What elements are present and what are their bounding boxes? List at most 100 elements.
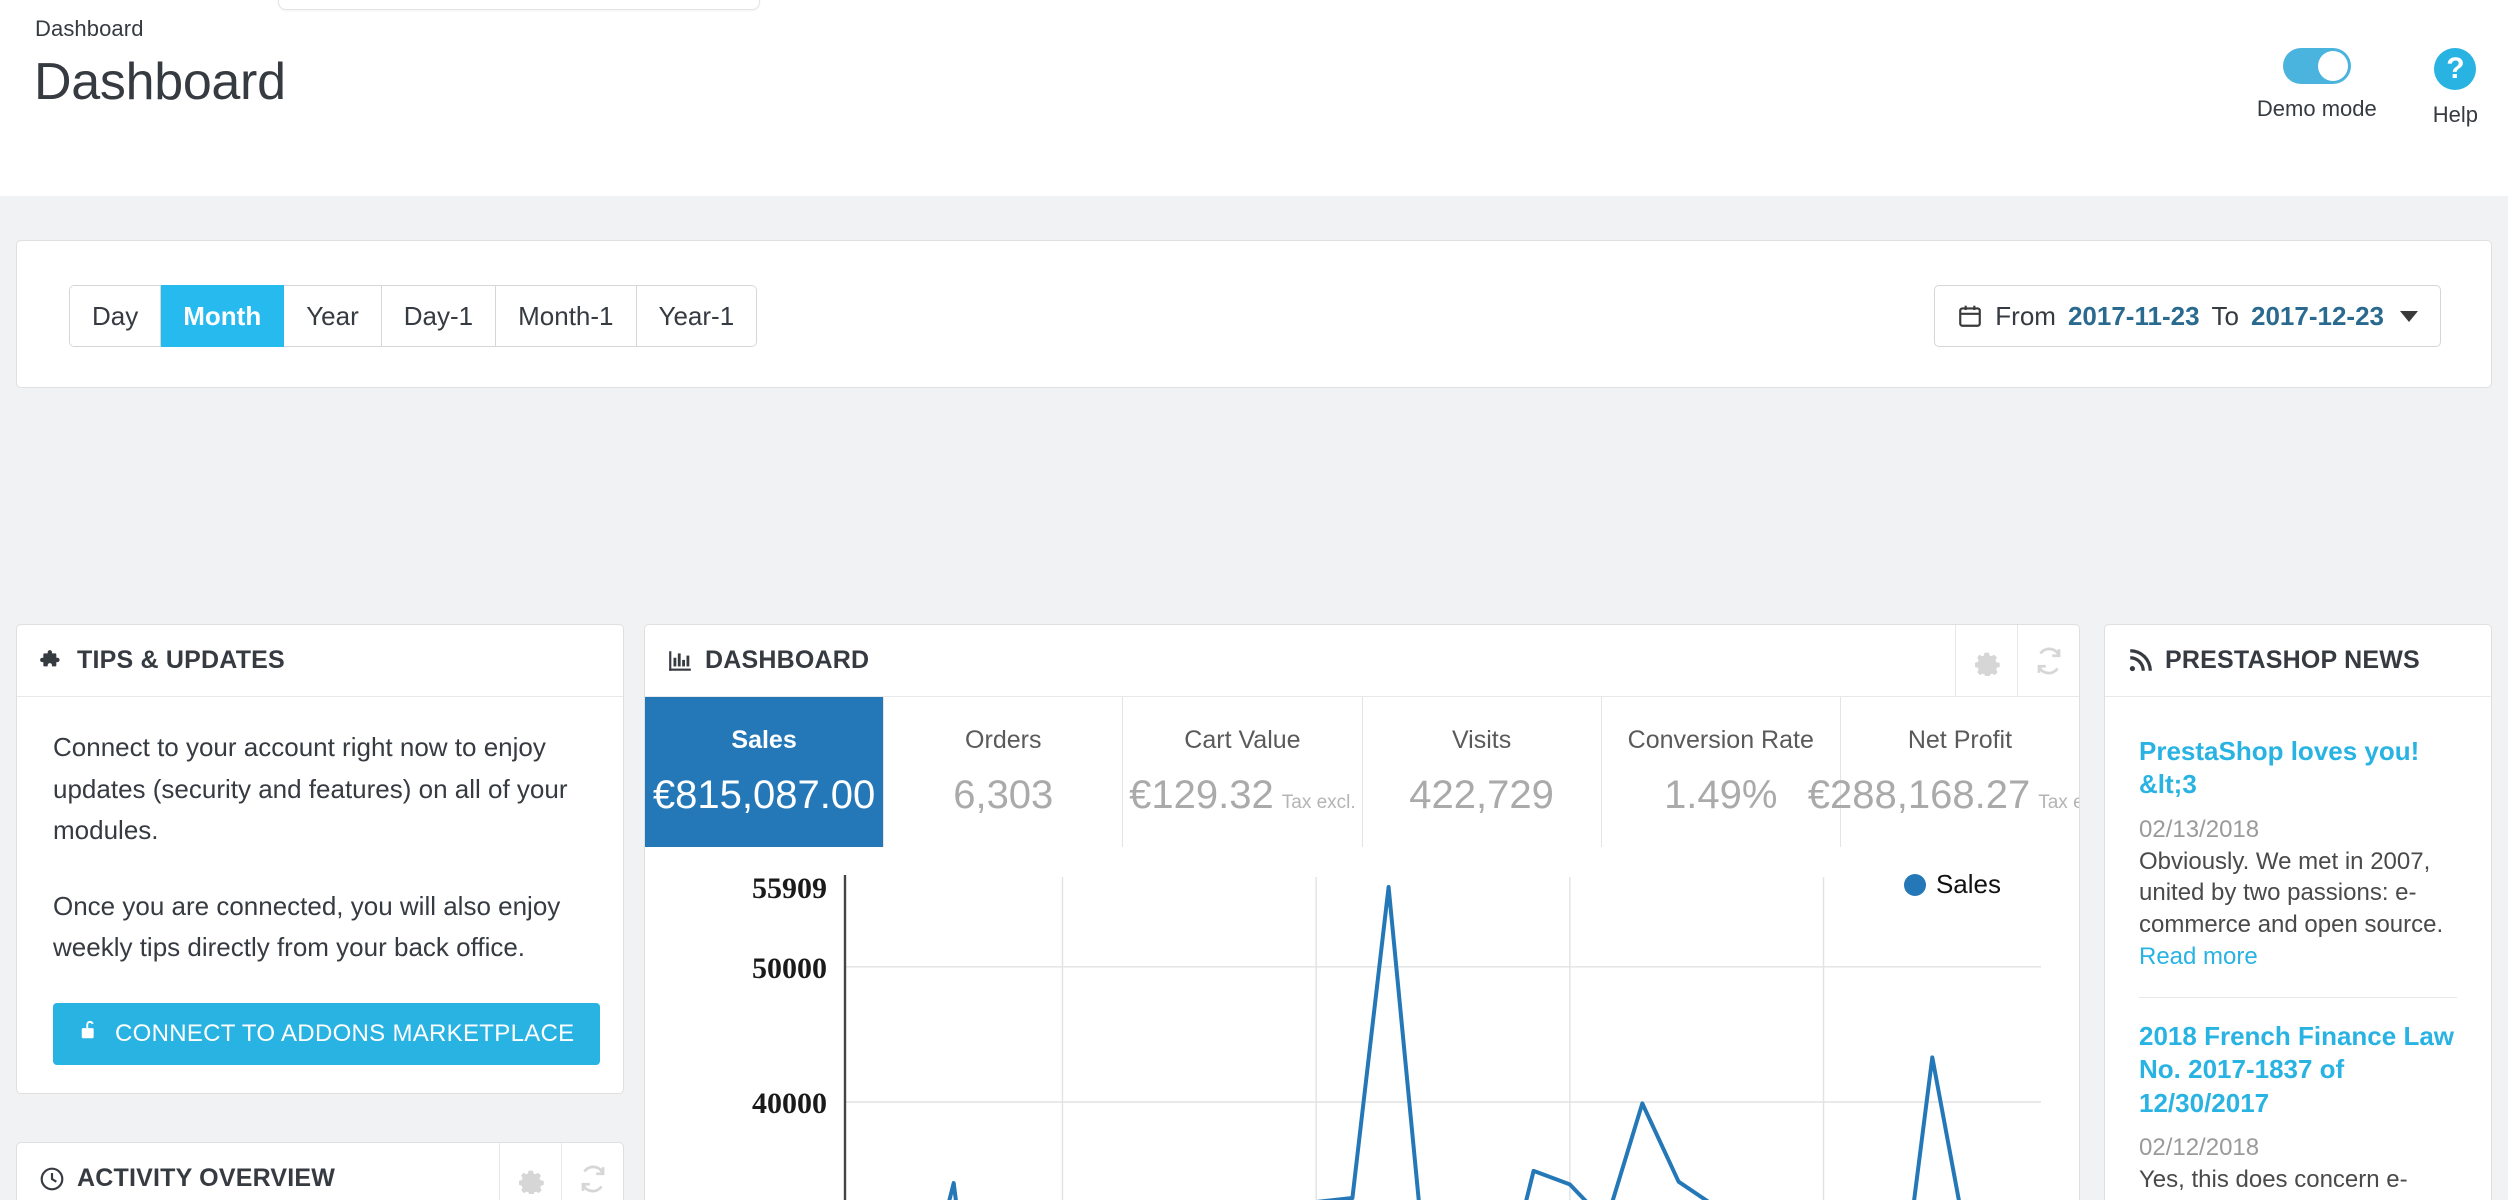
- period-button-year[interactable]: Year: [284, 285, 382, 347]
- legend-color-swatch-sales: [1903, 873, 1926, 896]
- dashboard-panel-title: DASHBOARD: [705, 646, 870, 674]
- kpi-label: Sales: [731, 726, 797, 754]
- puzzle-piece-icon: [39, 648, 65, 674]
- refresh-icon[interactable]: [2017, 625, 2079, 697]
- activity-overview-panel: ACTIVITY OVERVIEW Online Visitor: [16, 1142, 624, 1200]
- bar-chart-icon: [667, 648, 693, 674]
- period-button-month[interactable]: Month: [161, 285, 285, 347]
- kpi-value: €129.32 Tax excl.: [1129, 773, 1356, 818]
- page-title: Dashboard: [34, 53, 286, 111]
- breadcrumb: Dashboard: [35, 16, 144, 41]
- search-input[interactable]: [278, 0, 760, 10]
- header-tools: Demo mode ? Help: [2257, 48, 2478, 128]
- kpi-value: €815,087.00: [653, 773, 875, 818]
- date-range-picker[interactable]: From 2017-11-23 To 2017-12-23: [1934, 285, 2441, 347]
- kpi-label: Visits: [1451, 726, 1512, 754]
- date-from-label: From: [1995, 300, 2056, 331]
- kpi-number: €815,087.00: [652, 773, 876, 817]
- kpi-label: Orders: [965, 726, 1042, 754]
- tips-panel-title: TIPS & UPDATES: [77, 646, 285, 674]
- kpi-label: Net Profit: [1907, 726, 2013, 754]
- calendar-icon: [1959, 305, 1982, 327]
- news-item-date: 02/13/2018: [2139, 815, 2260, 843]
- kpi-label: Conversion Rate: [1627, 726, 1814, 754]
- connect-button-label: CONNECT TO ADDONS MARKETPLACE: [115, 1019, 575, 1047]
- news-item-text: Obviously. We met in 2007, united by two…: [2139, 847, 2444, 939]
- kpi-value: €288,168.27 Tax excl.: [1807, 773, 2079, 818]
- kpi-label: Cart Value: [1184, 726, 1301, 754]
- legend-label-sales: Sales: [1935, 869, 2001, 899]
- tips-paragraph-2: Once you are connected, you will also en…: [53, 890, 561, 963]
- kpi-suffix: Tax excl.: [1281, 792, 1356, 813]
- period-button-year-1[interactable]: Year-1: [636, 285, 758, 347]
- news-item-description: Yes, this does concern e-commerce DOES N…: [2139, 1164, 2457, 1200]
- news-body: PrestaShop loves you! &lt;3 02/13/2018 Obv…: [2105, 697, 2491, 1200]
- demo-mode-label: Demo mode: [2256, 96, 2377, 121]
- kpi-number: €288,168.27: [1807, 773, 2031, 817]
- demo-mode-toggle[interactable]: [2282, 48, 2351, 84]
- gear-icon[interactable]: [1955, 625, 2017, 697]
- period-button-month-1[interactable]: Month-1: [496, 285, 637, 347]
- tips-paragraph-1: Connect to your account right now to enj…: [53, 732, 568, 846]
- chevron-down-icon: [2400, 310, 2418, 322]
- kpi-net-profit[interactable]: Net Profit €288,168.27 Tax excl.: [1808, 697, 2079, 847]
- rss-icon: [2127, 648, 2153, 674]
- period-selector: Day Month Year Day-1 Month-1 Year-1: [69, 285, 758, 347]
- tips-and-updates-panel: TIPS & UPDATES Connect to your account r…: [16, 624, 624, 1094]
- kpi-value: 1.49%: [1664, 773, 1777, 818]
- kpi-number: 1.49%: [1664, 773, 1778, 817]
- period-button-day-1[interactable]: Day-1: [381, 285, 497, 347]
- filter-bar: Day Month Year Day-1 Month-1 Year-1 From 2017…: [16, 240, 2492, 388]
- kpi-sales[interactable]: Sales €815,087.00: [645, 697, 885, 847]
- help-label: Help: [2432, 102, 2478, 127]
- dashboard-panel: DASHBOARD Sales €815,087.00 Orders 6,303…: [644, 624, 2080, 1200]
- clock-icon: [39, 1166, 65, 1192]
- y-axis-tick-label: 40000: [752, 1087, 827, 1120]
- prestashop-news-panel: PRESTASHOP NEWS PrestaShop loves you! &l…: [2104, 624, 2492, 1200]
- page-header: Dashboard Dashboard Demo mode ? Help: [0, 0, 2508, 196]
- gear-icon[interactable]: [499, 1143, 561, 1200]
- news-item-date: 02/12/2018: [2139, 1133, 2260, 1161]
- activity-panel-actions: [499, 1143, 623, 1200]
- news-item-title[interactable]: 2018 French Finance Law No. 2017-1837 of…: [2139, 1020, 2457, 1120]
- date-to-label: To: [2211, 300, 2239, 331]
- kpi-conversion-rate[interactable]: Conversion Rate 1.49%: [1602, 697, 1841, 847]
- news-read-more-link[interactable]: Read more: [2139, 943, 2258, 970]
- sales-chart: Sales 100002000030000400005000055909: [645, 847, 2079, 1200]
- tips-body: Connect to your account right now to enj…: [17, 697, 623, 1065]
- period-button-day[interactable]: Day: [69, 285, 162, 347]
- news-panel-header: PRESTASHOP NEWS: [2105, 625, 2491, 697]
- help-control: ? Help: [2433, 48, 2478, 128]
- activity-panel-title: ACTIVITY OVERVIEW: [77, 1164, 336, 1192]
- kpi-cart-value[interactable]: Cart Value €129.32 Tax excl.: [1123, 697, 1363, 847]
- content-area: Day Month Year Day-1 Month-1 Year-1 From 2017…: [0, 196, 2508, 1200]
- dashboard-panel-actions: [1955, 625, 2079, 697]
- chart-canvas: 100002000030000400005000055909: [752, 872, 2041, 1200]
- news-panel-title: PRESTASHOP NEWS: [2165, 646, 2420, 674]
- date-from-value: 2017-11-23: [2067, 300, 2200, 331]
- connect-to-addons-marketplace-button[interactable]: CONNECT TO ADDONS MARKETPLACE: [53, 1002, 601, 1065]
- kpi-orders[interactable]: Orders 6,303: [884, 697, 1124, 847]
- y-axis-tick-label: 55909: [752, 872, 827, 905]
- kpi-visits[interactable]: Visits 422,729: [1363, 697, 1602, 847]
- refresh-icon[interactable]: [561, 1143, 623, 1200]
- toggle-knob-icon: [2317, 51, 2348, 81]
- help-icon[interactable]: ?: [2434, 48, 2477, 90]
- chart-legend: Sales: [1903, 869, 2001, 900]
- kpi-number: €129.32: [1129, 773, 1274, 817]
- kpi-number: 422,729: [1409, 773, 1554, 817]
- news-item-description: Obviously. We met in 2007, united by two…: [2139, 846, 2457, 974]
- date-to-value: 2017-12-23: [2251, 300, 2384, 331]
- news-item-text: Yes, this does concern e-commerce DOES N…: [2139, 1165, 2408, 1200]
- kpi-number: 6,303: [953, 773, 1054, 817]
- news-item: 2018 French Finance Law No. 2017-1837 of…: [2139, 998, 2457, 1200]
- kpi-value: 6,303: [953, 773, 1053, 818]
- news-item: PrestaShop loves you! &lt;3 02/13/2018 Obv…: [2139, 713, 2457, 999]
- kpi-suffix: Tax excl.: [2038, 792, 2079, 813]
- chart-line-sales: [947, 885, 1961, 1200]
- kpi-value: 422,729: [1409, 773, 1554, 818]
- news-item-title[interactable]: PrestaShop loves you! &lt;3: [2139, 735, 2457, 802]
- demo-mode-control: Demo mode: [2257, 48, 2377, 122]
- kpi-row: Sales €815,087.00 Orders 6,303 Cart Value €12…: [645, 697, 2079, 847]
- dashboard-panel-header: DASHBOARD: [645, 625, 2079, 697]
